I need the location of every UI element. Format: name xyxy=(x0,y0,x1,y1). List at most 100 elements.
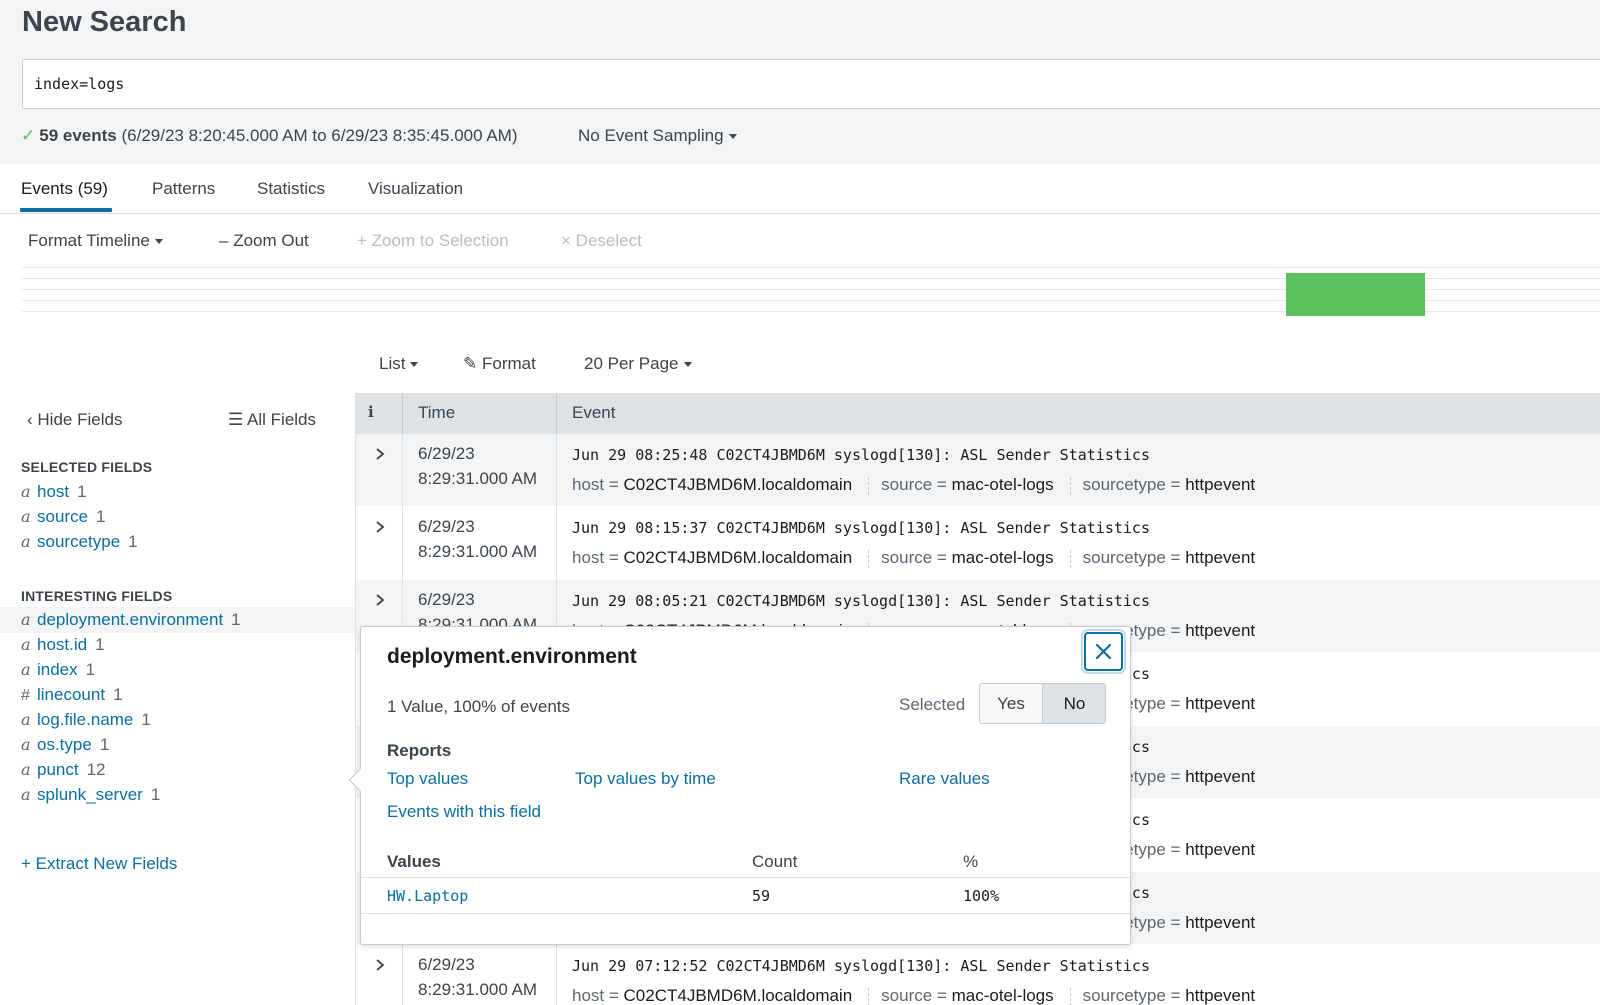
sourcetype-value[interactable]: httpevent xyxy=(1185,694,1255,713)
deselect-button[interactable]: × Deselect xyxy=(561,231,642,251)
selected-toggle[interactable]: Yes No xyxy=(979,683,1106,724)
field-linecount[interactable]: # linecount 1 xyxy=(0,682,355,708)
chevron-right-icon[interactable] xyxy=(374,957,386,973)
event-row[interactable]: 6/29/23 8:29:31.000 AM Jun 29 07:12:52 C02… xyxy=(356,945,1600,1005)
sourcetype-value[interactable]: httpevent xyxy=(1185,475,1255,494)
event-sampling-dropdown[interactable]: No Event Sampling xyxy=(578,126,737,146)
event-raw-text[interactable]: Jun 29 08:05:21 C02CT4JBMD6M syslogd[130… xyxy=(572,592,1150,610)
sourcetype-value[interactable]: httpevent xyxy=(1185,840,1255,859)
event-count: 59 events xyxy=(39,126,117,145)
extract-new-fields-link[interactable]: + Extract New Fields xyxy=(21,854,177,874)
tab-visualization[interactable]: Visualization xyxy=(368,179,463,199)
per-page-label: 20 Per Page xyxy=(584,354,679,373)
chevron-right-icon[interactable] xyxy=(374,446,386,462)
top-values-by-time-link[interactable]: Top values by time xyxy=(575,769,716,789)
field-host-id[interactable]: a host.id 1 xyxy=(0,632,355,658)
string-type-icon: a xyxy=(21,760,31,779)
close-icon xyxy=(1095,643,1112,660)
field-separator xyxy=(1069,549,1071,568)
active-tab-indicator xyxy=(20,208,112,212)
selected-no-button[interactable]: No xyxy=(1043,684,1105,723)
host-value[interactable]: C02CT4JBMD6M.localdomain xyxy=(624,475,853,494)
value-count: 59 xyxy=(752,887,771,905)
event-row[interactable]: 6/29/23 8:29:31.000 AM Jun 29 08:25:48 C02… xyxy=(356,434,1600,507)
zoom-out-button[interactable]: – Zoom Out xyxy=(219,231,309,251)
popover-title: deployment.environment xyxy=(387,645,637,668)
column-divider xyxy=(556,393,557,434)
string-type-icon: a xyxy=(21,532,31,551)
field-name[interactable]: linecount xyxy=(37,685,105,704)
event-raw-text[interactable]: Jun 29 07:12:52 C02CT4JBMD6M syslogd[130… xyxy=(572,957,1150,975)
all-fields-label: All Fields xyxy=(247,410,317,429)
source-value[interactable]: mac-otel-logs xyxy=(952,986,1054,1005)
host-key: host = xyxy=(572,986,619,1005)
search-input[interactable] xyxy=(34,75,934,93)
chevron-right-icon[interactable] xyxy=(374,592,386,608)
selected-label: Selected xyxy=(899,695,966,714)
count-column-header: Count xyxy=(752,852,798,871)
events-with-field-link[interactable]: Events with this field xyxy=(387,802,541,822)
string-type-icon: a xyxy=(21,482,31,501)
job-status: ✓ 59 events (6/29/23 8:20:45.000 AM to 6/… xyxy=(21,126,518,146)
sourcetype-value[interactable]: httpevent xyxy=(1185,986,1255,1005)
tab-patterns[interactable]: Patterns xyxy=(152,179,215,199)
all-fields-button[interactable]: ☰ All Fields xyxy=(228,410,316,430)
sourcetype-value[interactable]: httpevent xyxy=(1185,767,1255,786)
top-values-link[interactable]: Top values xyxy=(387,769,468,789)
timeline-bar[interactable] xyxy=(1286,273,1425,316)
field-sourcetype[interactable]: a sourcetype 1 xyxy=(0,529,355,555)
field-name[interactable]: index xyxy=(37,660,78,679)
tab-statistics[interactable]: Statistics xyxy=(257,179,325,199)
source-value[interactable]: mac-otel-logs xyxy=(952,548,1054,567)
host-value[interactable]: C02CT4JBMD6M.localdomain xyxy=(624,548,853,567)
event-raw-text[interactable]: Jun 29 08:25:48 C02CT4JBMD6M syslogd[130… xyxy=(572,446,1150,464)
field-count: 1 xyxy=(99,735,110,754)
chevron-right-icon[interactable] xyxy=(374,519,386,535)
list-view-dropdown[interactable]: List xyxy=(379,354,419,374)
event-row[interactable]: 6/29/23 8:29:31.000 AM Jun 29 08:15:37 C02… xyxy=(356,507,1600,580)
plus-icon: + xyxy=(21,854,31,873)
time-column-header[interactable]: Time xyxy=(418,403,455,423)
per-page-dropdown[interactable]: 20 Per Page xyxy=(584,354,692,374)
host-value[interactable]: C02CT4JBMD6M.localdomain xyxy=(624,986,853,1005)
rare-values-link[interactable]: Rare values xyxy=(899,769,990,789)
timeline-chart[interactable] xyxy=(22,267,1600,316)
field-count: 1 xyxy=(96,507,106,526)
field-log-file-name[interactable]: a log.file.name 1 xyxy=(0,707,355,733)
field-name[interactable]: punct xyxy=(37,760,79,779)
field-punct[interactable]: a punct 12 xyxy=(0,757,355,783)
selected-yes-button[interactable]: Yes xyxy=(980,684,1043,723)
field-name[interactable]: host xyxy=(37,482,69,501)
source-value[interactable]: mac-otel-logs xyxy=(952,475,1054,494)
format-timeline-button[interactable]: Format Timeline xyxy=(28,231,163,251)
field-name[interactable]: log.file.name xyxy=(37,710,133,729)
format-button[interactable]: ✎ Format xyxy=(463,354,536,374)
event-raw-text[interactable]: Jun 29 08:15:37 C02CT4JBMD6M syslogd[130… xyxy=(572,519,1150,537)
zoom-to-selection-button[interactable]: + Zoom to Selection xyxy=(357,231,509,251)
field-os-type[interactable]: a os.type 1 xyxy=(0,732,355,758)
search-bar[interactable] xyxy=(22,59,1600,109)
field-index[interactable]: a index 1 xyxy=(0,657,355,683)
fields-sidebar: ‹ Hide Fields ☰ All Fields SELECTED FIEL… xyxy=(0,393,356,1005)
field-count: 1 xyxy=(128,532,138,551)
field-name[interactable]: splunk_server xyxy=(37,785,143,804)
field-name[interactable]: deployment.environment xyxy=(37,610,223,629)
sourcetype-value[interactable]: httpevent xyxy=(1185,548,1255,567)
event-fields: host = C02CT4JBMD6M.localdomainsource = … xyxy=(572,986,1255,1005)
field-deployment-environment[interactable]: a deployment.environment 1 xyxy=(0,607,355,633)
field-name[interactable]: sourcetype xyxy=(37,532,120,551)
field-splunk-server[interactable]: a splunk_server 1 xyxy=(0,782,355,808)
hide-fields-button[interactable]: ‹ Hide Fields xyxy=(27,410,122,430)
field-host[interactable]: a host 1 xyxy=(0,479,355,505)
tab-events[interactable]: Events (59) xyxy=(21,179,108,199)
string-type-icon: a xyxy=(21,507,31,526)
field-name[interactable]: os.type xyxy=(37,735,92,754)
field-source[interactable]: a source 1 xyxy=(0,504,355,530)
field-name[interactable]: source xyxy=(37,507,88,526)
field-name[interactable]: host.id xyxy=(37,635,87,654)
string-type-icon: a xyxy=(21,660,31,679)
sourcetype-value[interactable]: httpevent xyxy=(1185,621,1255,640)
sourcetype-value[interactable]: httpevent xyxy=(1185,913,1255,932)
close-button[interactable] xyxy=(1084,632,1123,671)
value-link[interactable]: HW.Laptop xyxy=(387,887,468,905)
